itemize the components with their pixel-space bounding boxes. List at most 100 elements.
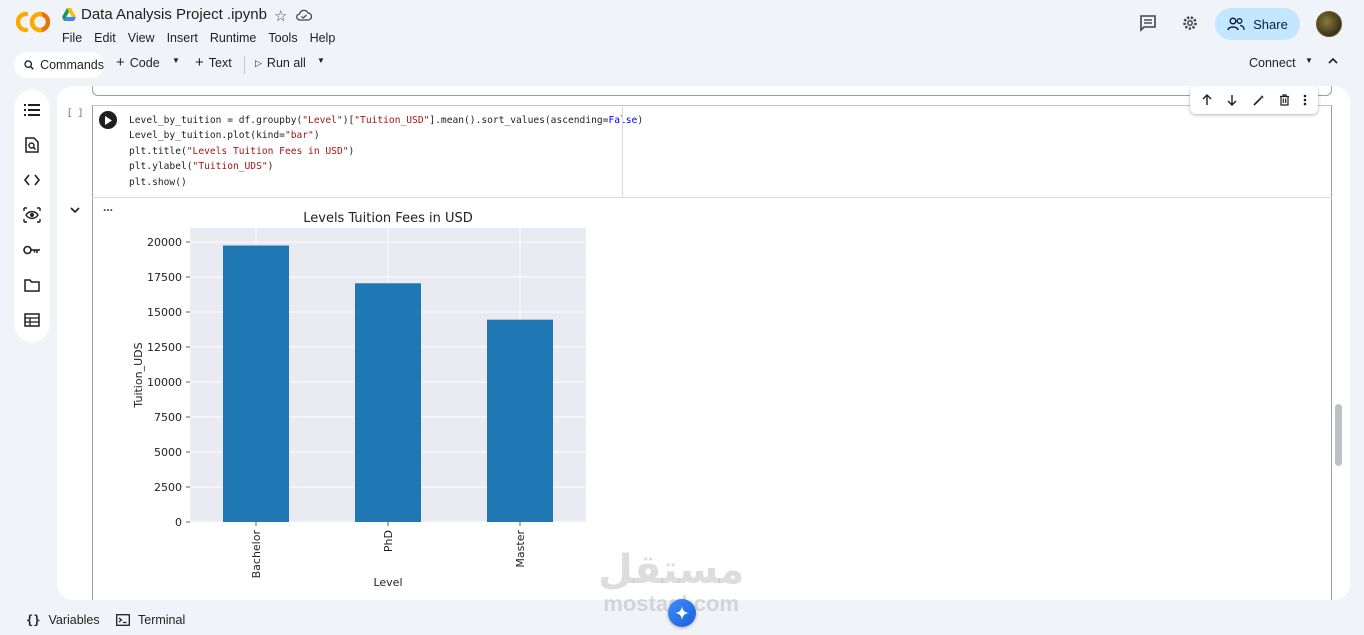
edit-wand-icon[interactable] [1252,94,1265,107]
x-tick-label: Master [514,530,527,568]
find-replace-button[interactable] [22,135,42,155]
y-tick-label: 2500 [154,481,182,494]
previous-cell[interactable] [92,86,1332,96]
terminal-button[interactable]: Terminal [116,613,185,627]
cell-toolbar [1190,86,1318,114]
bar-bachelor [223,245,289,522]
execution-count: [ ] [67,108,84,118]
arrow-up-icon[interactable] [1201,94,1213,106]
x-axis-label: Level [373,576,402,589]
data-table-button[interactable] [22,310,42,330]
menu-help[interactable]: Help [310,31,336,45]
more-vert-icon[interactable] [1303,94,1307,106]
add-code-dropdown[interactable]: ▼ [172,56,180,65]
toolbar-divider [244,56,245,74]
terminal-label: Terminal [138,613,186,627]
collapse-toolbar-button[interactable] [1327,55,1339,67]
code-snippets-button[interactable] [22,170,42,190]
run-all-label: Run all [266,56,306,70]
comments-button[interactable] [1137,12,1159,34]
menu-bar: File Edit View Insert Runtime Tools Help [62,31,347,45]
variables-button[interactable]: {} Variables [26,613,100,627]
add-text-button[interactable]: + Text [195,54,232,71]
run-all-dropdown[interactable]: ▼ [317,56,325,65]
code-line: plt.ylabel("Tuition_UDS") [129,161,274,173]
gear-icon [1183,16,1197,30]
commands-label: Commands [40,58,104,72]
chevron-up-icon [1328,57,1338,64]
sparkle-icon [675,606,689,620]
collapse-output-button[interactable] [69,204,81,216]
x-tick-label: Bachelor [250,530,263,579]
list-icon [24,104,40,116]
menu-runtime[interactable]: Runtime [210,31,257,45]
chart-title: Levels Tuition Fees in USD [303,211,473,226]
find-in-page-icon [25,137,39,153]
code-ruler [622,106,623,198]
plus-icon: + [116,54,125,71]
bar-master [487,319,553,522]
connect-label: Connect [1249,56,1296,70]
add-text-label: Text [208,56,232,70]
settings-button[interactable] [1179,12,1201,34]
connect-dropdown[interactable]: ▼ [1305,56,1313,65]
output-actions-button[interactable]: ... [103,200,113,214]
colab-logo-icon[interactable] [16,10,50,34]
share-button[interactable]: Share [1215,8,1300,40]
menu-insert[interactable]: Insert [167,31,198,45]
secrets-button[interactable] [22,240,42,260]
gemini-button[interactable] [668,599,696,627]
variable-inspector-button[interactable] [22,205,42,225]
y-tick-label: 0 [175,516,182,529]
key-icon [23,245,40,255]
add-code-button[interactable]: + Code [116,54,160,71]
connect-button[interactable]: Connect [1249,56,1296,70]
notebook-toolbar: Commands + Code ▼ + Text ▷ Run all ▼ Con… [14,50,1350,80]
folder-icon [24,278,40,292]
play-icon: ▷ [255,57,262,68]
cloud-saved-icon[interactable] [296,9,312,21]
commands-button[interactable]: Commands [14,52,104,78]
table-of-contents-button[interactable] [22,100,42,120]
bar-phd [355,283,421,522]
terminal-icon [116,614,130,626]
trash-icon[interactable] [1279,94,1290,106]
arrow-down-icon[interactable] [1226,94,1238,106]
cell-output-divider [92,197,1332,198]
add-code-label: Code [129,56,160,70]
y-tick-label: 7500 [154,411,182,424]
menu-file[interactable]: File [62,31,82,45]
caret-down-icon: ▼ [172,56,180,65]
scrollbar-thumb[interactable] [1335,404,1342,466]
files-button[interactable] [22,275,42,295]
menu-edit[interactable]: Edit [94,31,116,45]
notebook-title[interactable]: Data Analysis Project .ipynb [81,6,267,23]
header: Data Analysis Project .ipynb ☆ File Edit… [0,0,1364,50]
code-editor[interactable]: Level_by_tuition = df.groupby("Level")["… [129,113,643,190]
menu-tools[interactable]: Tools [268,31,297,45]
y-tick-label: 5000 [154,446,182,459]
left-rail [14,90,50,342]
caret-down-icon: ▼ [1305,56,1313,65]
star-icon[interactable]: ☆ [274,7,287,25]
code-icon [24,174,40,186]
caret-down-icon: ▼ [317,56,325,65]
plus-icon: + [195,54,204,71]
y-tick-label: 12500 [147,341,182,354]
code-line: Level_by_tuition.plot(kind="bar") [129,130,320,142]
run-cell-button[interactable] [99,111,117,129]
watermark-arabic: مستقل [598,547,745,593]
variables-label: Variables [48,613,100,627]
y-tick-label: 17500 [147,271,182,284]
comment-icon [1140,15,1156,32]
code-line: plt.show() [129,176,187,188]
share-label: Share [1253,16,1288,32]
y-tick-label: 15000 [147,306,182,319]
avatar[interactable] [1316,11,1342,37]
y-axis-label: Tuition_UDS [132,342,145,408]
run-all-button[interactable]: ▷ Run all [255,56,306,70]
x-tick-label: PhD [382,530,395,552]
people-icon [1227,17,1245,31]
search-icon [24,60,34,70]
menu-view[interactable]: View [128,31,155,45]
